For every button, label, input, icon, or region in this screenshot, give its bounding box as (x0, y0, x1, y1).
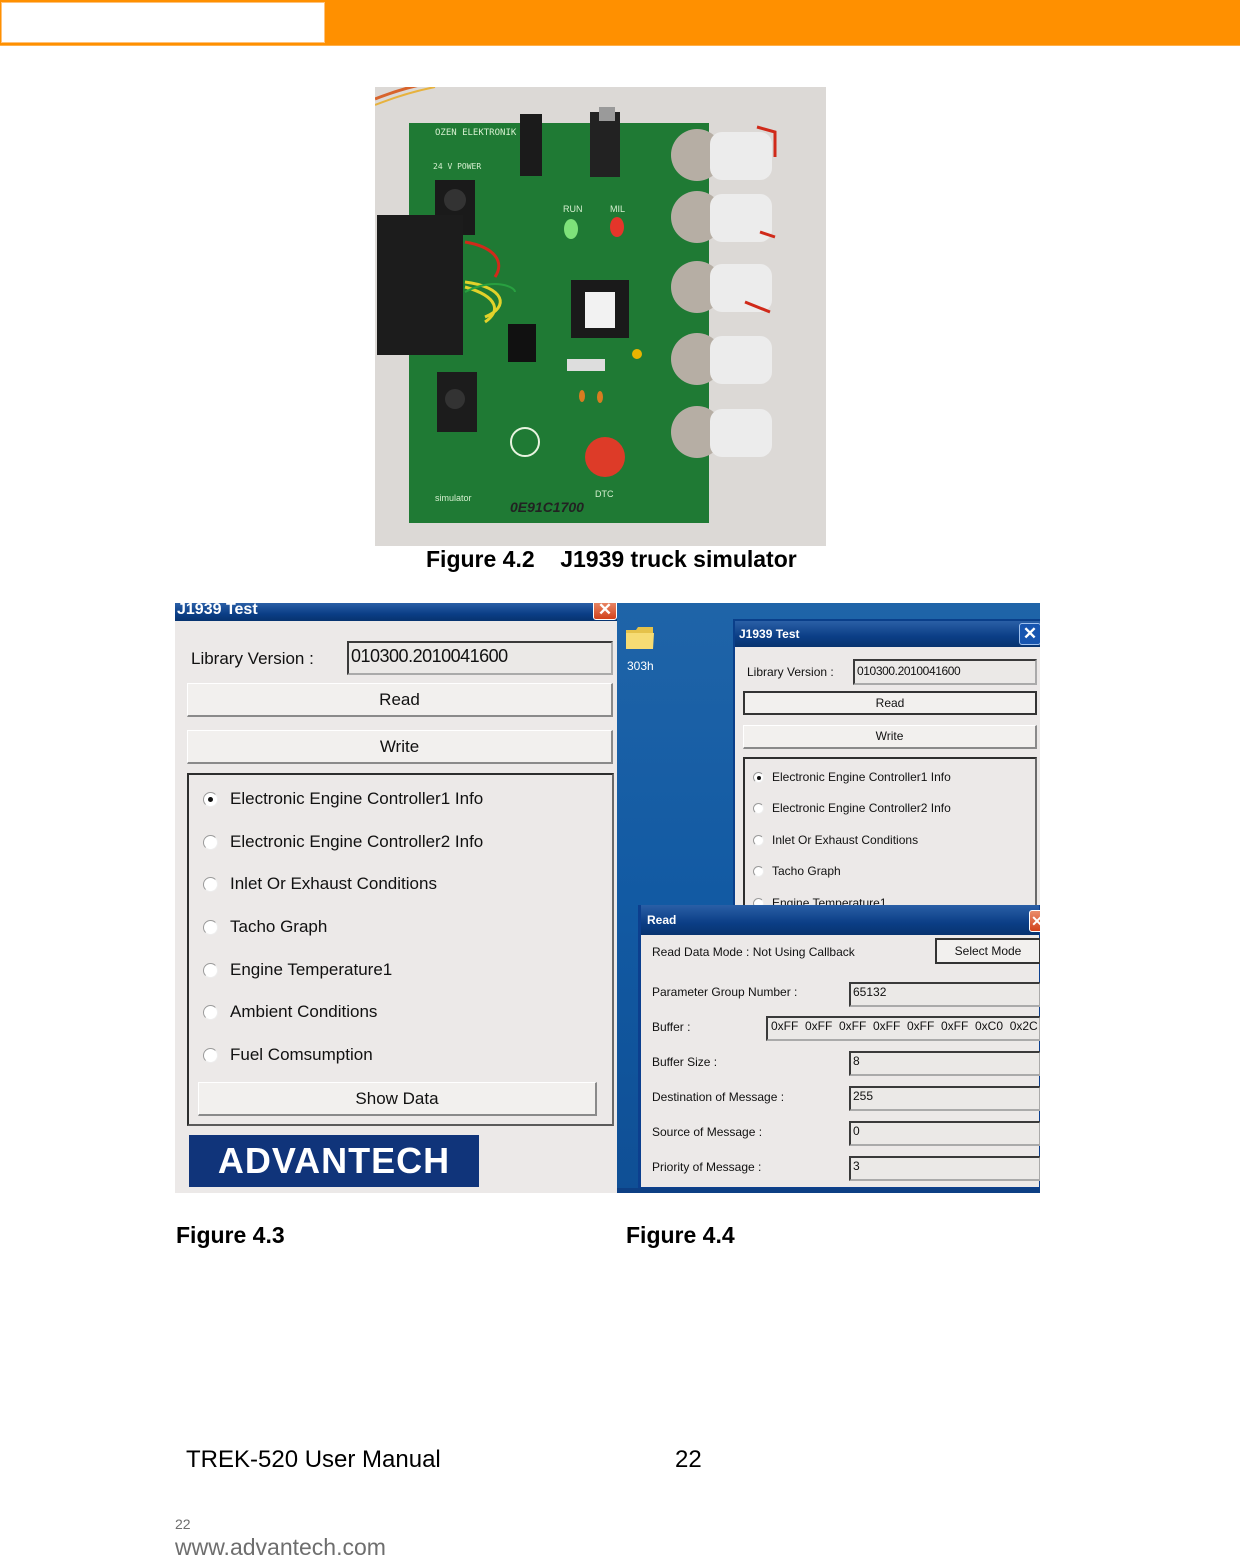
window-title: Read (647, 913, 677, 927)
knob-5 (671, 406, 772, 458)
radio-icon[interactable] (203, 1004, 218, 1020)
header-band (0, 0, 1240, 46)
buffer-size-field[interactable]: 8 (849, 1051, 1040, 1076)
board-maker-label: OZEN ELEKTRONIK (435, 128, 517, 138)
radio-option-eec1[interactable]: Electronic Engine Controller1 Info (753, 770, 951, 784)
figure-4-4-desktop: 303h J1939 Test ✕ Library Version : 0103… (617, 603, 1040, 1193)
truck-simulator-photo: OZEN ELEKTRONIK 24 V POWER RUN MIL DTC 0… (375, 87, 826, 546)
radio-option-eec1[interactable]: Electronic Engine Controller1 Info (203, 789, 483, 809)
library-version-field[interactable]: 010300.2010041600 (853, 659, 1037, 685)
radio-icon[interactable] (203, 1047, 218, 1063)
close-icon: ✕ (1031, 913, 1040, 929)
taskbar-strip (617, 1188, 1040, 1193)
j1939-test-window: J1939 Test ✕ Library Version : 010300.20… (733, 619, 1040, 927)
radio-option-inlet-exhaust[interactable]: Inlet Or Exhaust Conditions (753, 833, 918, 847)
footer-small-page-number: 22 (175, 1516, 191, 1532)
radio-option-inlet-exhaust[interactable]: Inlet Or Exhaust Conditions (203, 874, 437, 894)
radio-option-engine-temperature1[interactable]: Engine Temperature1 (203, 960, 392, 980)
advantech-logo: ADVANTECH (189, 1135, 479, 1187)
source-label: Source of Message : (652, 1125, 763, 1139)
radio-icon[interactable] (203, 876, 218, 892)
knob-3 (671, 261, 772, 314)
figure-4-3-j1939-test-window: J1939 Test ✕ Library Version : 010300.20… (175, 603, 617, 1193)
header-title-box (1, 2, 325, 43)
desktop-icon-label[interactable]: 303h (627, 659, 654, 673)
figure-4-4-caption: Figure 4.4 (626, 1222, 735, 1248)
source-field[interactable]: 0 (849, 1121, 1040, 1146)
priority-label: Priority of Message : (652, 1160, 762, 1174)
read-data-mode-text: Read Data Mode : Not Using Callback (652, 945, 855, 959)
library-version-field[interactable]: 010300.2010041600 (347, 641, 613, 675)
title-bar[interactable]: Read ✕ (641, 905, 1040, 935)
radio-option-fuel-consumption[interactable]: Fuel Comsumption (203, 1045, 373, 1065)
footer-website[interactable]: www.advantech.com (175, 1534, 386, 1557)
pgn-option-group: Electronic Engine Controller1 Info Elect… (187, 773, 614, 1126)
figure-4-3-caption: Figure 4.3 (176, 1222, 285, 1248)
show-data-button[interactable]: Show Data (198, 1082, 597, 1116)
close-button[interactable]: ✕ (1019, 623, 1040, 645)
destination-field[interactable]: 255 (849, 1086, 1040, 1111)
buffer-label: Buffer : (652, 1020, 691, 1034)
select-mode-button[interactable]: Select Mode (935, 938, 1040, 964)
radio-icon[interactable] (753, 865, 764, 877)
read-button[interactable]: Read (187, 683, 613, 717)
board-power-label: 24 V POWER (433, 162, 481, 171)
pgn-label: Parameter Group Number : (652, 985, 798, 999)
footer-page-number: 22 (675, 1446, 702, 1473)
radio-option-tacho-graph[interactable]: Tacho Graph (203, 917, 327, 937)
radio-selected-icon[interactable] (753, 771, 764, 783)
radio-icon[interactable] (203, 962, 218, 978)
title-bar[interactable]: J1939 Test ✕ (735, 621, 1040, 647)
read-window: Read ✕ Read Data Mode : Not Using Callba… (638, 905, 1040, 1190)
led-run-label: RUN (563, 204, 583, 214)
close-button[interactable]: ✕ (593, 603, 617, 620)
library-version-label: Library Version : (191, 649, 314, 668)
buffer-size-label: Buffer Size : (652, 1055, 718, 1069)
figure-4-2-caption: Figure 4.2 J1939 truck simulator (426, 546, 797, 572)
dtc-button (585, 437, 625, 477)
footer-manual-title: TREK-520 User Manual (186, 1446, 441, 1473)
radio-selected-icon[interactable] (203, 791, 218, 807)
simulator-label: simulator (435, 493, 472, 503)
library-version-label: Library Version : (747, 665, 834, 679)
window-title: J1939 Test (177, 603, 258, 618)
radio-option-eec2[interactable]: Electronic Engine Controller2 Info (203, 832, 483, 852)
radio-icon[interactable] (203, 834, 218, 850)
radio-icon[interactable] (753, 802, 764, 814)
priority-field[interactable]: 3 (849, 1156, 1040, 1181)
radio-icon[interactable] (753, 834, 764, 846)
close-icon: ✕ (597, 603, 613, 619)
radio-icon[interactable] (203, 919, 218, 935)
knob-1 (671, 125, 777, 181)
destination-label: Destination of Message : (652, 1090, 785, 1104)
pgn-field[interactable]: 65132 (849, 982, 1040, 1007)
close-icon: ✕ (1022, 624, 1038, 643)
radio-option-ambient-conditions[interactable]: Ambient Conditions (203, 1002, 377, 1022)
buffer-field[interactable]: 0xFF 0xFF 0xFF 0xFF 0xFF 0xFF 0xC0 0x2C (766, 1016, 1040, 1041)
window-title: J1939 Test (739, 627, 800, 641)
led-mil (610, 217, 624, 237)
led-run (564, 219, 578, 239)
led-mil-label: MIL (610, 204, 625, 214)
handwritten-label: 0E91C1700 (510, 499, 584, 515)
read-button[interactable]: Read (743, 691, 1037, 715)
circuit-board-illustration: OZEN ELEKTRONIK 24 V POWER RUN MIL DTC 0… (375, 87, 826, 546)
title-bar[interactable]: J1939 Test ✕ (175, 603, 617, 621)
pgn-option-group: Electronic Engine Controller1 Info Elect… (743, 757, 1037, 927)
knob-4 (671, 333, 772, 385)
write-button[interactable]: Write (187, 730, 613, 764)
folder-icon[interactable] (625, 625, 655, 651)
radio-option-tacho-graph[interactable]: Tacho Graph (753, 864, 841, 878)
close-button[interactable]: ✕ (1029, 910, 1040, 932)
write-button[interactable]: Write (743, 725, 1037, 749)
knob-2 (671, 191, 776, 243)
dtc-label: DTC (595, 489, 614, 499)
radio-option-eec2[interactable]: Electronic Engine Controller2 Info (753, 801, 951, 815)
